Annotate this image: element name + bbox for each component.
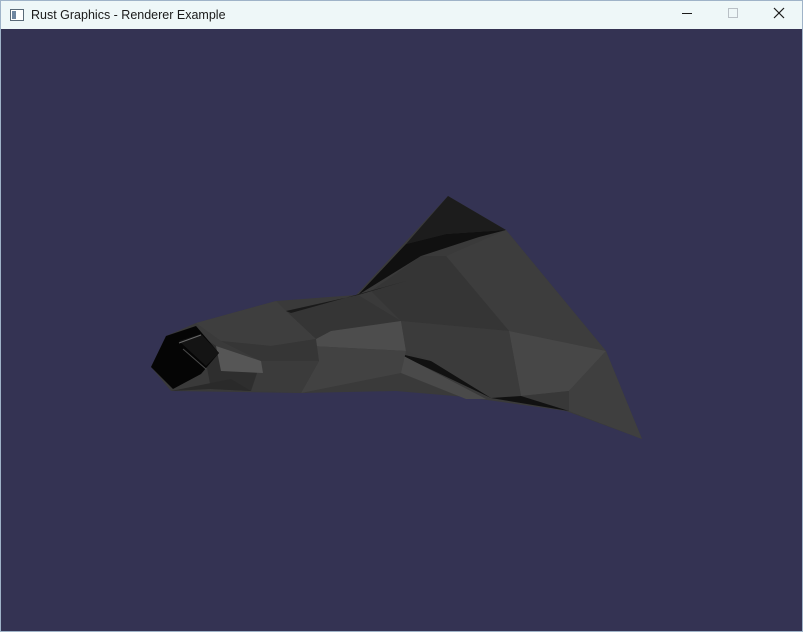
title-bar[interactable]: Rust Graphics - Renderer Example bbox=[1, 1, 802, 29]
window-controls bbox=[664, 1, 802, 29]
render-viewport[interactable] bbox=[1, 29, 802, 631]
close-icon bbox=[773, 6, 785, 24]
app-window-icon bbox=[10, 9, 24, 21]
close-button[interactable] bbox=[756, 1, 802, 29]
minimize-icon bbox=[681, 6, 693, 24]
window-title: Rust Graphics - Renderer Example bbox=[31, 8, 226, 22]
minimize-button[interactable] bbox=[664, 1, 710, 29]
maximize-icon bbox=[727, 6, 739, 24]
app-window: Rust Graphics - Renderer Example bbox=[0, 0, 803, 632]
maximize-button[interactable] bbox=[710, 1, 756, 29]
rendered-3d-model bbox=[151, 196, 642, 439]
